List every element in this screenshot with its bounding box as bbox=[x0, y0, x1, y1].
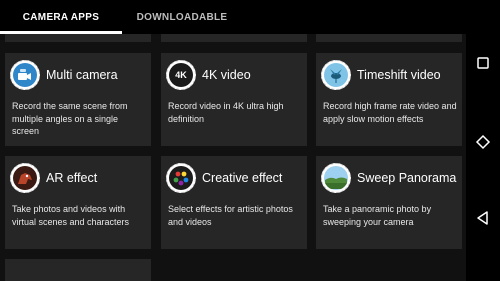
multi-camera-icon bbox=[10, 60, 40, 90]
card-stub-top-2 bbox=[161, 34, 307, 42]
home-icon[interactable] bbox=[473, 131, 493, 151]
card-description: Select effects for artistic photos and v… bbox=[168, 204, 293, 227]
card-partial-next[interactable] bbox=[5, 259, 151, 281]
card-header: 4K 4K video bbox=[166, 60, 251, 90]
card-title: 4K video bbox=[202, 68, 251, 82]
card-title: Creative effect bbox=[202, 171, 283, 185]
card-sweep-panorama[interactable]: Sweep Panorama Take a panoramic photo by… bbox=[316, 156, 462, 249]
app-grid[interactable]: Multi camera Record the same scene from … bbox=[0, 34, 466, 281]
screen: CAMERA APPS DOWNLOADABLE Multi camera Re… bbox=[0, 0, 500, 281]
creative-effect-icon bbox=[166, 163, 196, 193]
card-title: Timeshift video bbox=[357, 68, 441, 82]
card-multi-camera[interactable]: Multi camera Record the same scene from … bbox=[5, 53, 151, 146]
card-description: Record high frame rate video and apply s… bbox=[323, 101, 457, 124]
card-header: Multi camera bbox=[10, 60, 118, 90]
ar-effect-icon bbox=[10, 163, 40, 193]
card-creative-effect[interactable]: Creative effect Select effects for artis… bbox=[161, 156, 307, 249]
card-header: Sweep Panorama bbox=[321, 163, 456, 193]
4k-video-icon: 4K bbox=[166, 60, 196, 90]
4k-badge: 4K bbox=[175, 70, 187, 80]
card-header: Timeshift video bbox=[321, 60, 441, 90]
card-ar-effect[interactable]: AR effect Take photos and videos with vi… bbox=[5, 156, 151, 249]
tab-downloadable-label: DOWNLOADABLE bbox=[136, 11, 228, 23]
card-title: AR effect bbox=[46, 171, 98, 185]
tab-camera-apps[interactable]: CAMERA APPS bbox=[0, 0, 122, 34]
tab-bar: CAMERA APPS DOWNLOADABLE bbox=[0, 0, 466, 34]
navigation-bar bbox=[466, 0, 500, 281]
back-icon[interactable] bbox=[473, 208, 493, 228]
card-header: Creative effect bbox=[166, 163, 282, 193]
tab-downloadable[interactable]: DOWNLOADABLE bbox=[122, 0, 242, 34]
card-description: Record the same scene from multiple angl… bbox=[12, 101, 128, 136]
card-title: Sweep Panorama bbox=[357, 171, 457, 185]
card-description: Take photos and videos with virtual scen… bbox=[12, 204, 130, 227]
card-title: Multi camera bbox=[46, 68, 118, 82]
timeshift-video-icon bbox=[321, 60, 351, 90]
card-description: Take a panoramic photo by sweeping your … bbox=[323, 204, 432, 227]
card-stub-top-3 bbox=[316, 34, 462, 42]
card-stub-top-1 bbox=[5, 34, 151, 42]
tab-camera-apps-label: CAMERA APPS bbox=[22, 11, 100, 23]
card-timeshift-video[interactable]: Timeshift video Record high frame rate v… bbox=[316, 53, 462, 146]
card-description: Record video in 4K ultra high definition bbox=[168, 101, 284, 124]
card-4k-video[interactable]: 4K 4K video Record video in 4K ultra hig… bbox=[161, 53, 307, 146]
card-header: AR effect bbox=[10, 163, 97, 193]
recent-apps-icon[interactable] bbox=[473, 53, 493, 73]
sweep-panorama-icon bbox=[321, 163, 351, 193]
